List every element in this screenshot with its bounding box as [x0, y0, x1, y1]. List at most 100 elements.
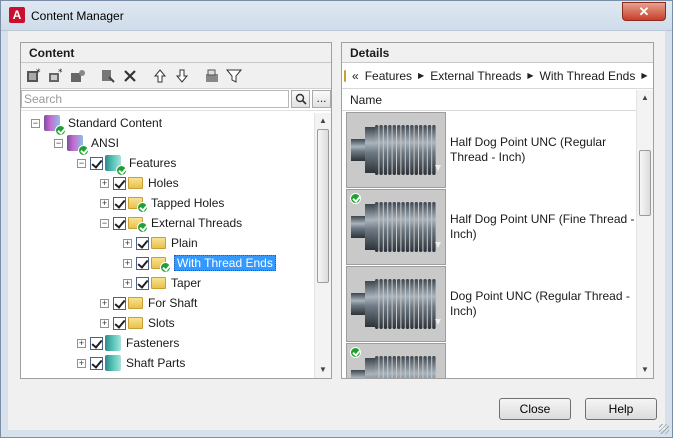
installed-check-icon — [350, 347, 361, 358]
scroll-down-arrow[interactable]: ▼ — [315, 362, 331, 378]
threaded-set-screw-icon — [347, 279, 445, 344]
details-scroll-up-arrow[interactable]: ▲ — [637, 90, 653, 106]
scroll-up-arrow[interactable]: ▲ — [315, 113, 331, 129]
expand-toggle[interactable]: + — [100, 318, 109, 328]
move-down-button[interactable] — [171, 66, 193, 86]
move-up-icon — [153, 68, 167, 84]
breadcrumb-item[interactable]: External Threads — [430, 69, 521, 83]
add-family-icon: * — [48, 68, 64, 84]
search-button[interactable] — [291, 90, 310, 108]
resize-grip[interactable] — [659, 424, 669, 434]
details-scroll-thumb[interactable] — [639, 150, 651, 216]
details-scrollbar[interactable]: ▲ ▼ — [636, 90, 653, 378]
add-category-icon: * — [26, 68, 42, 84]
folder-icon — [128, 177, 143, 189]
details-panel: Details « Features ▶ External Threads ▶ With … — [341, 42, 654, 379]
tree-checkbox[interactable] — [136, 276, 149, 290]
breadcrumb-item[interactable]: Features — [365, 69, 412, 83]
add-family-button[interactable]: * — [45, 66, 67, 86]
tree-node[interactable]: + For Shaft — [100, 293, 197, 313]
details-item-list: Half Dog Point UNC (Regular Thread - Inc… — [342, 112, 637, 378]
tree-node[interactable]: + Shaft Parts — [77, 353, 185, 373]
edit-properties-button[interactable] — [67, 66, 89, 86]
tree-node[interactable]: + Tapped Holes — [100, 193, 224, 213]
filter-button[interactable] — [223, 66, 245, 86]
tree-node-label: Holes — [148, 176, 179, 190]
folder-icon — [128, 197, 148, 213]
tree-node[interactable]: − ANSI — [54, 133, 119, 156]
tree-checkbox[interactable] — [113, 176, 126, 190]
search-input[interactable] — [21, 90, 289, 108]
tree-checkbox[interactable] — [90, 336, 103, 350]
tree-node-label: Shaft Parts — [126, 356, 186, 370]
tree-node[interactable]: + Fasteners — [77, 333, 179, 353]
tree-scrollbar[interactable]: ▲ ▼ — [314, 113, 331, 378]
detail-item[interactable]: Dog Point UNC (Regular Thread - Inch) — [346, 266, 637, 342]
name-column-label: Name — [350, 93, 383, 107]
refresh-button[interactable] — [97, 66, 119, 86]
breadcrumb-back-icon[interactable]: « — [352, 69, 359, 83]
tree-checkbox[interactable] — [113, 196, 126, 210]
detail-item[interactable]: Half Dog Point UNC (Regular Thread - Inc… — [346, 112, 637, 188]
breadcrumb-folder-icon — [344, 69, 346, 82]
folder-icon — [128, 317, 143, 329]
tree-node[interactable]: + Slots — [100, 313, 175, 333]
help-button[interactable]: Help — [585, 398, 657, 420]
tree-checkbox[interactable] — [136, 236, 149, 250]
expand-toggle[interactable]: + — [100, 298, 109, 308]
tree-node[interactable]: + With Thread Ends — [123, 253, 276, 273]
move-up-button[interactable] — [149, 66, 171, 86]
search-options-button[interactable]: ... — [312, 90, 331, 108]
detail-item[interactable] — [346, 343, 637, 378]
tree-checkbox[interactable] — [136, 256, 149, 270]
content-toolbar: * * — [21, 63, 331, 89]
library-icon — [67, 135, 89, 156]
expand-toggle[interactable]: + — [100, 178, 109, 188]
detail-item[interactable]: Half Dog Point UNF (Fine Thread - Inch) — [346, 189, 637, 265]
expand-toggle[interactable]: + — [123, 238, 132, 248]
name-column-header[interactable]: Name — [342, 89, 653, 111]
content-tree: − Standard Content − ANSI − Features + Holes + Ta… — [21, 113, 316, 378]
tree-node[interactable]: + Taper — [123, 273, 201, 293]
collapse-toggle[interactable]: − — [31, 118, 40, 128]
part-thumbnail — [346, 112, 446, 188]
part-thumbnail — [346, 343, 446, 378]
tree-node[interactable]: − External Threads — [100, 213, 242, 233]
details-scroll-down-arrow[interactable]: ▼ — [637, 362, 653, 378]
expand-toggle[interactable]: + — [123, 278, 132, 288]
svg-text:*: * — [36, 68, 41, 78]
tree-node[interactable]: + Plain — [123, 233, 198, 253]
search-row: ... — [21, 89, 331, 111]
collapse-toggle[interactable]: − — [54, 138, 63, 148]
delete-icon — [123, 69, 137, 83]
add-category-button[interactable]: * — [23, 66, 45, 86]
delete-button[interactable] — [119, 66, 141, 86]
breadcrumb-separator-icon: ▶ — [641, 71, 648, 80]
expand-toggle[interactable]: + — [123, 258, 132, 268]
open-file-button[interactable] — [201, 66, 223, 86]
svg-text:*: * — [58, 68, 63, 78]
breadcrumb-item[interactable]: With Thread Ends — [540, 69, 636, 83]
expand-toggle[interactable]: + — [77, 358, 86, 368]
window-close-button[interactable]: ✕ — [622, 2, 666, 21]
scroll-thumb[interactable] — [317, 129, 329, 283]
expand-toggle[interactable]: + — [100, 198, 109, 208]
collapse-toggle[interactable]: − — [100, 218, 109, 228]
tree-checkbox[interactable] — [113, 216, 126, 230]
tree-node[interactable]: − Standard Content — [31, 113, 162, 136]
tree-checkbox[interactable] — [113, 316, 126, 330]
title-bar[interactable]: A Content Manager ✕ — [1, 1, 672, 31]
tree-node-label: Slots — [148, 316, 175, 330]
autocad-app-icon: A — [9, 7, 25, 23]
category-book-icon — [105, 155, 127, 176]
tree-node[interactable]: − Features — [77, 153, 176, 176]
collapse-toggle[interactable]: − — [77, 158, 86, 168]
tree-checkbox[interactable] — [90, 156, 103, 170]
details-panel-header: Details — [342, 43, 653, 63]
tree-node[interactable]: + Holes — [100, 173, 179, 193]
expand-toggle[interactable]: + — [77, 338, 86, 348]
close-button[interactable]: Close — [499, 398, 571, 420]
tree-checkbox[interactable] — [90, 356, 103, 370]
installed-check-icon — [137, 202, 148, 213]
tree-checkbox[interactable] — [113, 296, 126, 310]
